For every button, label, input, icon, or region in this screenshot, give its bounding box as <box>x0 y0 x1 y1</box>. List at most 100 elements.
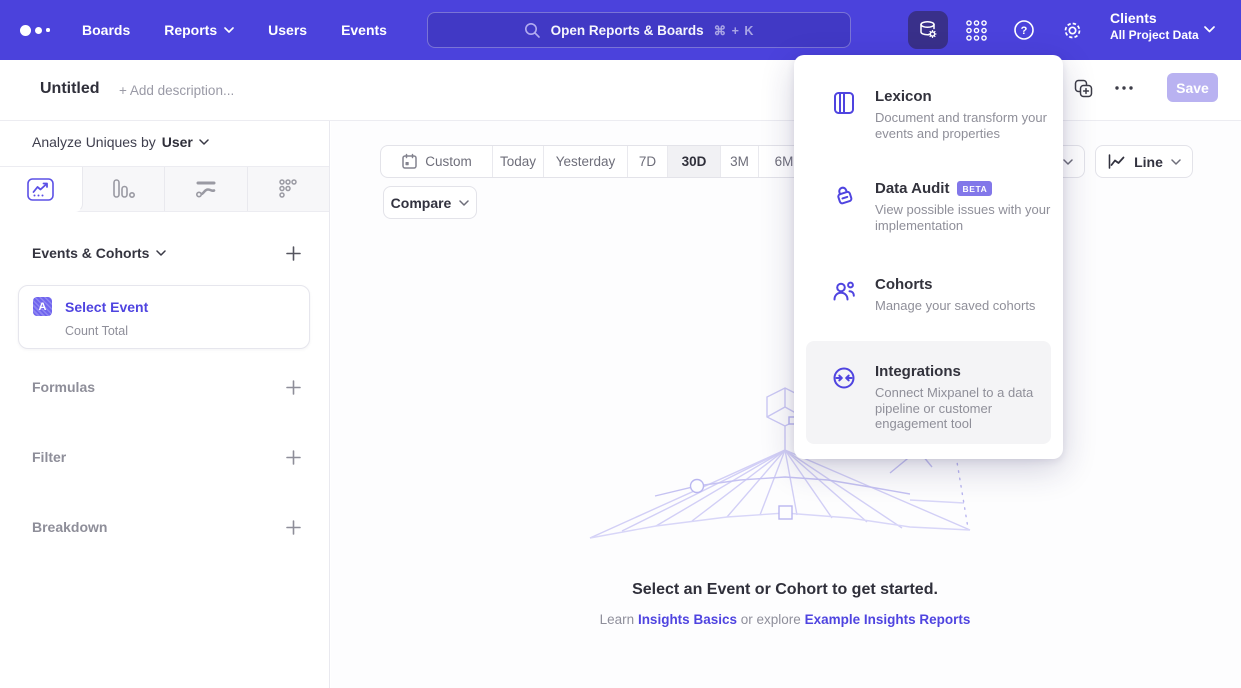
svg-text:?: ? <box>1021 25 1028 37</box>
nav-item-label: Reports <box>164 22 217 38</box>
bar-chart-tab-icon <box>111 178 135 200</box>
visualization-tabs <box>0 166 329 212</box>
explore-text: or explore <box>741 612 801 627</box>
formulas-section: Formulas <box>32 379 301 395</box>
empty-state-title: Select an Event or Cohort to get started… <box>430 581 1140 599</box>
mixpanel-logo-icon[interactable] <box>20 22 50 38</box>
nav-item-label: Boards <box>82 22 130 38</box>
description-placeholder[interactable]: + Add description... <box>119 83 234 98</box>
nav-item-boards[interactable]: Boards <box>82 22 130 38</box>
menu-item-title: Lexicon <box>875 88 932 105</box>
date-range-custom[interactable]: Custom <box>381 146 493 177</box>
analyze-uniques-row: Analyze Uniques by User <box>32 134 209 150</box>
logo-dot <box>46 28 50 32</box>
events-cohorts-section-header: Events & Cohorts <box>32 245 301 261</box>
data-management-button[interactable] <box>908 11 948 49</box>
nav-item-users[interactable]: Users <box>268 22 307 38</box>
count-total-label[interactable]: Count Total <box>65 324 128 338</box>
add-breakdown-button[interactable] <box>286 520 301 535</box>
more-options-button[interactable] <box>1113 78 1135 98</box>
chevron-down-icon <box>156 250 166 256</box>
data-management-menu: Lexicon Document and transform your even… <box>794 55 1063 459</box>
chevron-down-icon <box>1204 26 1215 33</box>
menu-item-description: Manage your saved cohorts <box>875 298 1075 314</box>
nav-item-label: Users <box>268 22 307 38</box>
top-navigation: Boards Reports Users Events Open Reports… <box>0 0 1241 60</box>
ellipsis-icon <box>1114 85 1134 91</box>
data-audit-lock-icon <box>831 182 857 208</box>
duplicate-button[interactable] <box>1072 78 1094 98</box>
menu-item-description: View possible issues with your implement… <box>875 202 1075 233</box>
question-circle-icon: ? <box>1012 18 1036 42</box>
help-button[interactable]: ? <box>1004 11 1044 49</box>
chevron-down-icon[interactable] <box>199 139 209 145</box>
save-button[interactable]: Save <box>1167 73 1218 102</box>
org-name: Clients <box>1110 10 1199 26</box>
nav-links: Boards Reports Users Events <box>82 0 387 60</box>
select-event-label[interactable]: Select Event <box>65 299 148 315</box>
line-chart-icon <box>1107 153 1126 170</box>
project-switcher[interactable]: Clients All Project Data <box>1110 10 1199 42</box>
compare-label: Compare <box>391 195 452 211</box>
date-range-label: 30D <box>682 154 707 169</box>
report-title[interactable]: Untitled <box>40 80 100 98</box>
menu-item-description: Connect Mixpanel to a data pipeline or c… <box>875 385 1060 432</box>
grid-apps-icon <box>964 18 989 43</box>
chart-type-label: Line <box>1134 154 1163 170</box>
chevron-down-icon <box>224 27 234 33</box>
tab-bar-chart[interactable] <box>83 167 166 211</box>
insights-basics-link[interactable]: Insights Basics <box>638 612 737 627</box>
settings-button[interactable] <box>1052 11 1092 49</box>
add-formula-button[interactable] <box>286 380 301 395</box>
breakdown-section: Breakdown <box>32 519 301 535</box>
events-cohorts-label[interactable]: Events & Cohorts <box>32 245 166 261</box>
integrations-sync-icon <box>831 365 857 391</box>
tab-insights-line[interactable] <box>0 167 83 212</box>
date-range-30d-selected[interactable]: 30D <box>668 146 721 177</box>
search-shortcut: ⌘ + K <box>714 23 755 38</box>
date-range-today[interactable]: Today <box>493 146 544 177</box>
tab-flows[interactable] <box>165 167 248 211</box>
example-reports-link[interactable]: Example Insights Reports <box>805 612 971 627</box>
gear-icon <box>1060 18 1085 43</box>
date-range-yesterday[interactable]: Yesterday <box>544 146 628 177</box>
chevron-down-icon <box>1171 159 1181 165</box>
apps-grid-button[interactable] <box>956 11 996 49</box>
chevron-down-icon <box>1063 159 1073 165</box>
breakdown-label: Breakdown <box>32 519 107 535</box>
nav-item-events[interactable]: Events <box>341 22 387 38</box>
logo-dot <box>35 27 42 34</box>
formulas-label: Formulas <box>32 379 95 395</box>
analyze-value-selector[interactable]: User <box>162 134 193 150</box>
date-range-label: 6M <box>775 154 794 169</box>
line-chart-tab-icon <box>27 178 54 201</box>
select-event-card[interactable]: A Select Event Count Total <box>18 285 310 349</box>
date-range-label: 3M <box>730 154 749 169</box>
beta-badge: BETA <box>957 181 992 196</box>
add-filter-button[interactable] <box>286 450 301 465</box>
flows-tab-icon <box>194 178 218 200</box>
add-event-button[interactable] <box>286 246 301 261</box>
database-gear-icon <box>916 18 940 42</box>
logo-dot <box>20 25 31 36</box>
project-name: All Project Data <box>1110 28 1199 42</box>
date-range-control: Custom Today Yesterday 7D 30D 3M 6M <box>380 145 810 178</box>
nav-item-reports[interactable]: Reports <box>164 22 234 38</box>
menu-item-title: Data Audit <box>875 180 949 197</box>
cohorts-people-icon <box>831 278 857 304</box>
calendar-icon <box>401 153 418 170</box>
date-range-label: Custom <box>425 154 472 169</box>
tab-metrics[interactable] <box>248 167 330 211</box>
date-range-label: Yesterday <box>556 154 616 169</box>
filter-label: Filter <box>32 449 66 465</box>
chevron-down-icon <box>459 200 469 206</box>
chart-type-button[interactable]: Line <box>1095 145 1193 178</box>
search-icon <box>524 22 541 39</box>
global-search[interactable]: Open Reports & Boards ⌘ + K <box>427 12 851 48</box>
date-range-label: Today <box>500 154 536 169</box>
date-range-7d[interactable]: 7D <box>628 146 668 177</box>
menu-item-title: Cohorts <box>875 276 933 293</box>
compare-button[interactable]: Compare <box>383 186 477 219</box>
analyze-prefix-label: Analyze Uniques by <box>32 134 156 150</box>
date-range-3m[interactable]: 3M <box>721 146 759 177</box>
